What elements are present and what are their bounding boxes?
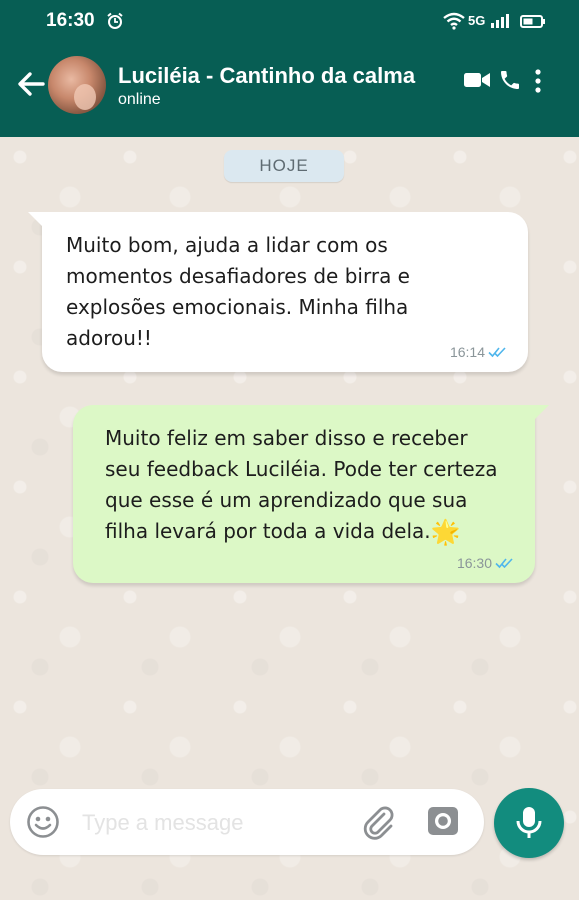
contact-avatar[interactable] bbox=[48, 56, 106, 114]
message-time: 16:30 bbox=[456, 555, 492, 571]
video-call-icon[interactable] bbox=[463, 70, 491, 90]
signal-icon bbox=[491, 14, 509, 28]
message-meta: 16:30 bbox=[457, 555, 515, 571]
network-label: 5G bbox=[468, 13, 486, 28]
more-vert-icon[interactable] bbox=[533, 68, 543, 94]
star-emoji: 🌟 bbox=[430, 518, 461, 546]
camera-icon[interactable] bbox=[426, 804, 460, 838]
read-ticks-icon bbox=[488, 347, 506, 358]
read-ticks-icon bbox=[495, 558, 513, 569]
message-input[interactable] bbox=[80, 803, 354, 843]
wifi-icon bbox=[443, 12, 465, 30]
outgoing-message-bubble[interactable]: Muito feliz em saber disso e receber seu… bbox=[73, 405, 549, 583]
emoji-icon[interactable] bbox=[26, 805, 60, 839]
message-text: Muito feliz em saber disso e receber seu… bbox=[105, 423, 525, 548]
contact-name[interactable]: Luciléia - Cantinho da calma bbox=[118, 63, 415, 89]
status-time: 16:30 bbox=[46, 10, 95, 31]
message-text: Muito bom, ajuda a lidar com os momentos… bbox=[66, 233, 410, 350]
mic-icon bbox=[516, 807, 542, 838]
message-time: 16:14 bbox=[449, 344, 485, 360]
incoming-message-bubble[interactable]: Muito bom, ajuda a lidar com os momentos… bbox=[28, 212, 528, 372]
message-composer bbox=[10, 789, 484, 855]
contact-status: online bbox=[118, 91, 161, 108]
voice-record-button[interactable] bbox=[494, 788, 564, 858]
status-bar: 16:30 5G bbox=[0, 0, 579, 44]
message-meta: 16:14 bbox=[450, 344, 508, 360]
alarm-icon bbox=[107, 12, 123, 29]
back-arrow-icon[interactable] bbox=[16, 70, 46, 98]
date-separator: HOJE bbox=[224, 150, 344, 182]
phone-call-icon[interactable] bbox=[498, 68, 522, 92]
app-header: 16:30 5G Luciléia - Cantinho da calma on… bbox=[0, 0, 579, 137]
attach-icon[interactable] bbox=[360, 804, 396, 840]
battery-icon bbox=[520, 15, 545, 28]
